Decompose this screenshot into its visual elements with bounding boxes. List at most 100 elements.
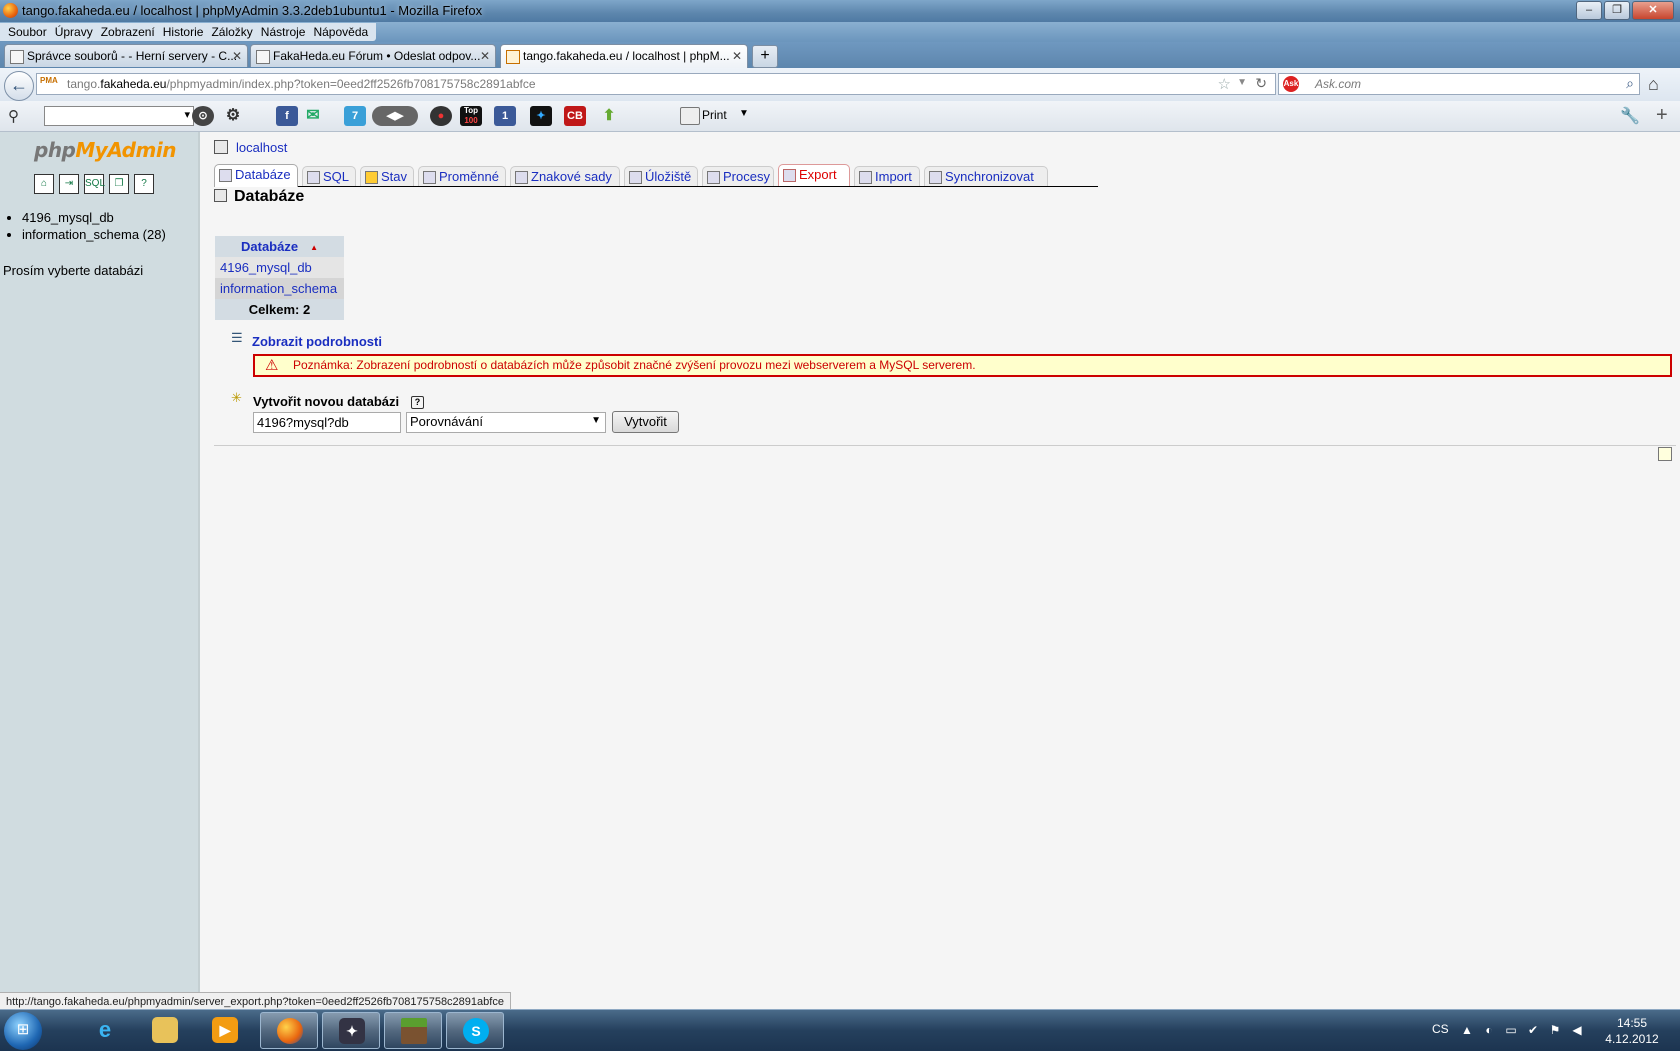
documentation-icon[interactable]: ? <box>134 174 154 194</box>
tab-variables[interactable]: Proměnné <box>418 166 506 186</box>
taskbar-internet-explorer[interactable]: e <box>76 1012 134 1049</box>
print-icon[interactable] <box>680 107 700 125</box>
query-window-icon[interactable]: ❐ <box>109 174 129 194</box>
menu-zalozky[interactable]: Záložky <box>207 23 256 41</box>
new-tab-button[interactable]: + <box>752 45 778 68</box>
browser-tab-file-manager[interactable]: Správce souborů - - Herní servery - C...… <box>4 44 248 67</box>
database-link[interactable]: information_schema <box>215 278 344 299</box>
server-name[interactable]: localhost <box>236 140 287 155</box>
clock[interactable]: 14:55 4.12.2012 <box>1600 1015 1664 1047</box>
back-button[interactable]: ← <box>4 71 34 101</box>
search-icon[interactable]: ⌕ <box>1626 75 1634 92</box>
network-icon[interactable]: ▭ <box>1504 1023 1518 1037</box>
server-breadcrumb[interactable]: localhost <box>214 140 287 155</box>
tab-processes[interactable]: Procesy <box>702 166 774 186</box>
menu-historie[interactable]: Historie <box>159 23 208 41</box>
tab-sql[interactable]: SQL <box>302 166 356 186</box>
sort-ascending-icon[interactable]: ▲ <box>310 243 318 252</box>
toolbar-facebook-icon[interactable]: f <box>276 106 298 126</box>
action-center-flag-icon[interactable]: ⚑ <box>1548 1023 1562 1037</box>
menu-zobrazeni[interactable]: Zobrazení <box>97 23 159 41</box>
search-bar[interactable]: Ask Ask.com ⌕ <box>1278 73 1640 95</box>
toolbar-facebook-badge-icon[interactable]: 1 <box>494 106 516 126</box>
database-link[interactable]: 4196_mysql_db <box>215 257 344 278</box>
start-button[interactable]: ⊞ <box>4 1012 42 1050</box>
sql-query-icon[interactable]: SQL <box>84 174 105 194</box>
site-identity-icon[interactable]: PMA <box>40 76 62 85</box>
maximize-button[interactable]: ❐ <box>1604 1 1630 20</box>
url-bar[interactable]: PMA tango.fakaheda.eu/phpmyadmin/index.p… <box>36 73 1276 95</box>
volume-icon[interactable]: ◀ <box>1570 1023 1584 1037</box>
minimize-button[interactable]: – <box>1576 1 1602 20</box>
database-list-item[interactable]: information_schema (28) <box>22 227 166 242</box>
tab-synchronize[interactable]: Synchronizovat <box>924 166 1048 186</box>
tab-import[interactable]: Import <box>854 166 920 186</box>
tab-status[interactable]: Stav <box>360 166 414 186</box>
browser-tab-phpmyadmin[interactable]: tango.fakaheda.eu / localhost | phpM... … <box>500 44 748 68</box>
menu-upravy[interactable]: Úpravy <box>51 23 97 41</box>
taskbar-skype[interactable]: S <box>446 1012 504 1049</box>
database-name-input[interactable] <box>253 412 401 433</box>
exit-icon[interactable]: ⇥ <box>59 174 79 194</box>
bookmark-star-icon[interactable]: ☆ <box>1218 75 1231 93</box>
database-list-item[interactable]: 4196_mysql_db <box>22 210 166 225</box>
tab-databases[interactable]: Databáze <box>214 164 298 187</box>
history-dropdown-icon[interactable]: ▼ <box>1237 77 1247 88</box>
firefox-icon <box>3 3 18 18</box>
security-icon[interactable]: ✔ <box>1526 1023 1540 1037</box>
tab-export[interactable]: Export <box>778 164 850 186</box>
tab-charsets[interactable]: Znakové sady <box>510 166 620 186</box>
pma-logo[interactable]: phpMyAdmin <box>34 138 176 162</box>
print-dropdown-icon[interactable]: ▼ <box>739 108 749 119</box>
menu-soubor[interactable]: Soubor <box>4 23 51 41</box>
toolbar-media-controls-icon[interactable]: ◀▶ <box>372 106 418 126</box>
language-indicator[interactable]: CS <box>1432 1022 1449 1036</box>
help-icon[interactable]: ? <box>411 396 424 409</box>
close-window-button[interactable]: ✕ <box>1632 1 1674 20</box>
toolbar-mail-icon[interactable]: ✉ <box>302 106 324 126</box>
toolbar-settings-icon[interactable]: ⚙ <box>222 106 244 126</box>
new-database-icon: ✳ <box>231 390 242 405</box>
toolbar-add-icon[interactable]: + <box>1656 104 1668 127</box>
console-toggle-icon[interactable] <box>1658 447 1672 461</box>
browser-tabstrip: Správce souborů - - Herní servery - C...… <box>0 42 1680 68</box>
menu-napoveda[interactable]: Nápověda <box>309 23 372 41</box>
home-icon[interactable]: ⌂ <box>34 174 54 194</box>
toolbar-cb-icon[interactable]: CB <box>564 106 586 126</box>
taskbar-media-player[interactable]: ▶ <box>196 1012 254 1049</box>
toolbar-record-icon[interactable]: ● <box>430 106 452 126</box>
search-placeholder[interactable]: Ask.com <box>1315 77 1361 91</box>
taskbar-firefox[interactable] <box>260 1012 318 1049</box>
show-hidden-icons-icon[interactable]: ▲ <box>1460 1023 1474 1037</box>
close-tab-icon[interactable]: ✕ <box>732 45 742 67</box>
toolbar-binoculars-icon[interactable]: ⊙ <box>192 106 214 126</box>
close-tab-icon[interactable]: ✕ <box>232 45 242 67</box>
reload-icon[interactable]: ↻ <box>1255 75 1267 92</box>
tray-app-icon[interactable]: ◐ <box>1482 1023 1496 1037</box>
collation-select[interactable]: Porovnávání ▼ <box>406 412 606 433</box>
column-header-database[interactable]: Databáze ▲ <box>215 236 344 257</box>
create-database-button[interactable]: Vytvořit <box>612 411 679 433</box>
toolbar-search-select[interactable] <box>44 106 194 126</box>
tab-engines[interactable]: Úložiště <box>624 166 698 186</box>
toolbar-top100-icon[interactable]: Top 100 <box>460 106 482 126</box>
home-icon[interactable]: ⌂ <box>1648 74 1659 95</box>
taskbar-counter-strike[interactable]: ✦ <box>322 1012 380 1049</box>
taskbar-file-explorer[interactable] <box>136 1012 194 1049</box>
url-text[interactable]: tango.fakaheda.eu/phpmyadmin/index.php?t… <box>67 77 536 91</box>
navigation-bar: ← PMA tango.fakaheda.eu/phpmyadmin/index… <box>0 68 1680 102</box>
browser-tab-forum[interactable]: FakaHeda.eu Fórum • Odeslat odpov... ✕ <box>250 44 496 67</box>
show-details-link[interactable]: Zobrazit podrobnosti <box>252 334 382 349</box>
taskbar-minecraft[interactable] <box>384 1012 442 1049</box>
toolbar-addon-icon[interactable]: ⬆ <box>598 106 620 126</box>
toolbar-bird-icon[interactable]: ✦ <box>530 106 552 126</box>
menu-nastroje[interactable]: Nástroje <box>257 23 310 41</box>
ask-engine-icon[interactable]: Ask <box>1283 76 1299 92</box>
close-tab-icon[interactable]: ✕ <box>480 45 490 67</box>
toolbar-twitter-badge-icon[interactable]: 7 <box>344 106 366 126</box>
print-button[interactable]: Print <box>702 108 727 122</box>
databases-table: Databáze ▲ 4196_mysql_db information_sche… <box>215 236 344 320</box>
toolbar-wrench-icon[interactable]: 🔧 <box>1620 106 1640 126</box>
toolbar-search-icon[interactable]: ⚲ <box>8 107 19 125</box>
column-header-label[interactable]: Databáze <box>241 239 298 254</box>
